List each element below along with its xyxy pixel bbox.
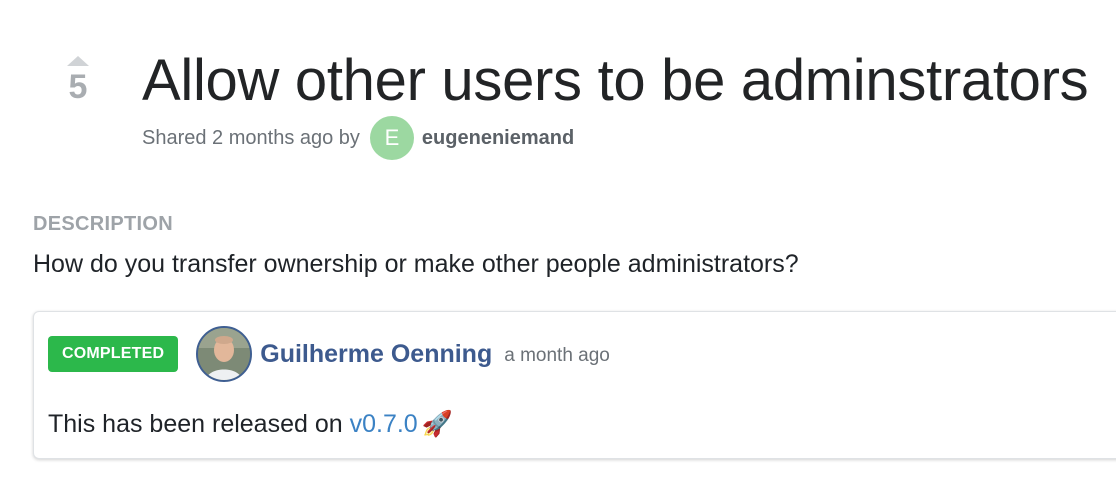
upvote-arrow-icon[interactable] bbox=[67, 56, 89, 66]
post-page: 5 Allow other users to be adminstrators … bbox=[0, 0, 1116, 488]
response-body: This has been released on v0.7.0 🚀 bbox=[48, 410, 453, 439]
shared-text: Shared 2 months ago by bbox=[142, 126, 360, 149]
response-header: COMPLETED Guilherme Oenning a month ago bbox=[48, 326, 610, 382]
author-name-link[interactable]: eugeneniemand bbox=[422, 127, 574, 150]
person-photo-icon bbox=[198, 328, 251, 380]
vote-widget: 5 bbox=[58, 56, 98, 104]
description-text: How do you transfer ownership or make ot… bbox=[33, 250, 799, 278]
status-badge: COMPLETED bbox=[48, 336, 179, 372]
vote-count: 5 bbox=[68, 68, 88, 106]
rocket-icon: 🚀 bbox=[421, 410, 453, 438]
post-meta: Shared 2 months ago by E eugeneniemand bbox=[142, 116, 574, 160]
post-title: Allow other users to be adminstrators bbox=[142, 48, 1089, 113]
responder-name-link[interactable]: Guilherme Oenning bbox=[260, 340, 492, 369]
description-heading: DESCRIPTION bbox=[33, 213, 173, 235]
status-response-card: COMPLETED Guilherme Oenning a month ago … bbox=[33, 311, 1116, 459]
response-text: This has been released on bbox=[48, 410, 350, 438]
author-avatar[interactable]: E bbox=[369, 116, 414, 160]
release-version-link[interactable]: v0.7.0 bbox=[350, 410, 418, 438]
responder-avatar[interactable] bbox=[196, 326, 253, 382]
response-time: a month ago bbox=[504, 345, 610, 366]
